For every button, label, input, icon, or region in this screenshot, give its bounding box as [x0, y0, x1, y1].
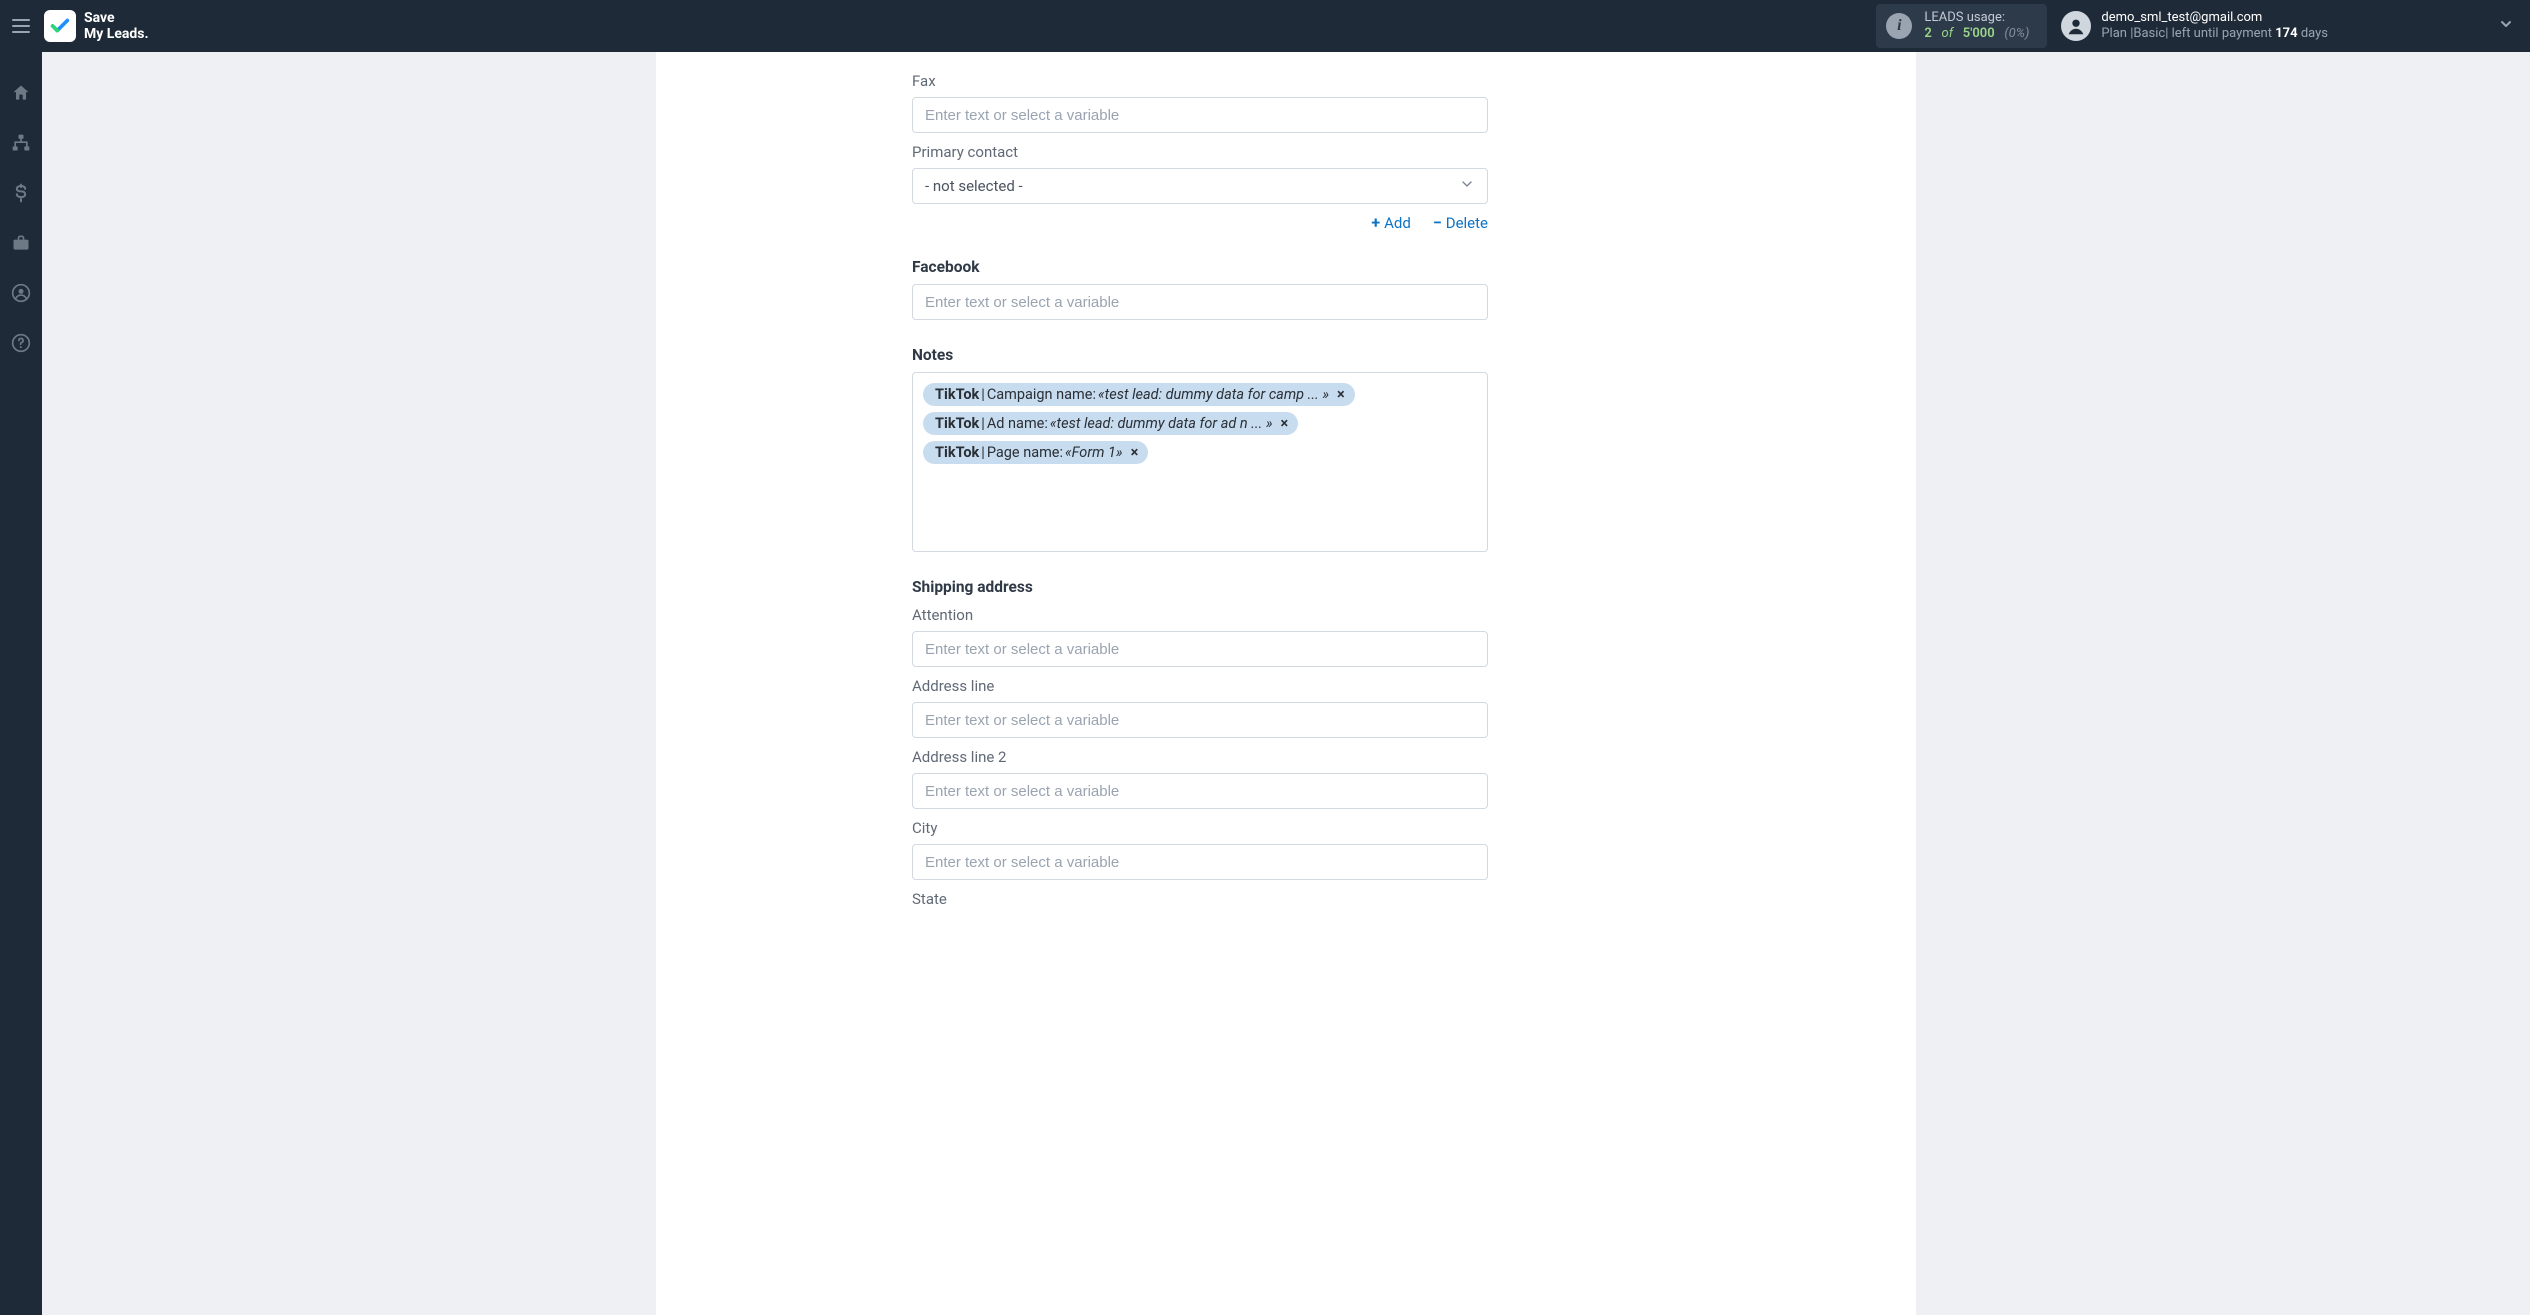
- primary-contact-select[interactable]: - not selected -: [912, 168, 1488, 204]
- chip-source: TikTok: [935, 386, 979, 403]
- leads-usage-values: 2 of 5'000 (0%): [1924, 26, 2029, 42]
- city-input[interactable]: [912, 844, 1488, 880]
- attention-input[interactable]: [912, 631, 1488, 667]
- plan-days: 174: [2275, 26, 2297, 41]
- leads-usage-title: LEADS usage:: [1924, 10, 2029, 26]
- account-plan: Plan |Basic| left until payment 174 days: [2101, 26, 2328, 42]
- nav-billing[interactable]: [0, 178, 42, 208]
- facebook-section-label: Facebook: [912, 258, 1488, 276]
- chevron-down-icon: [2498, 16, 2514, 36]
- plan-prefix: Plan |Basic| left until payment: [2101, 26, 2275, 41]
- chip-label: Ad name:: [987, 415, 1048, 432]
- brand-line1: Save: [84, 10, 149, 26]
- leads-total: 5'000: [1963, 26, 1995, 41]
- delete-label: Delete: [1446, 214, 1488, 232]
- chip-value: «test lead: dummy data for camp ... »: [1098, 386, 1329, 403]
- leads-of: of: [1942, 26, 1954, 41]
- variable-chip[interactable]: TikTok | Page name: «Form 1»×: [923, 441, 1148, 464]
- home-icon: [11, 83, 31, 103]
- city-label: City: [912, 819, 1488, 837]
- brand[interactable]: Save My Leads.: [44, 10, 149, 42]
- user-circle-icon: [11, 283, 31, 303]
- main-surface[interactable]: Fax Primary contact - not selected - + A…: [42, 52, 2530, 1315]
- delete-button[interactable]: − Delete: [1433, 214, 1488, 232]
- primary-contact-value: - not selected -: [925, 177, 1023, 195]
- chip-value: «Form 1»: [1065, 444, 1123, 461]
- state-label: State: [912, 890, 1488, 908]
- check-icon: [49, 15, 71, 37]
- add-button[interactable]: + Add: [1371, 214, 1410, 232]
- leads-usage-text: LEADS usage: 2 of 5'000 (0%): [1924, 10, 2029, 43]
- account-email: demo_sml_test@gmail.com: [2101, 10, 2328, 26]
- attention-label: Attention: [912, 606, 1488, 624]
- chip-remove-icon[interactable]: ×: [1131, 444, 1139, 461]
- address-line-label: Address line: [912, 677, 1488, 695]
- fax-label: Fax: [912, 72, 1488, 90]
- account-menu[interactable]: demo_sml_test@gmail.com Plan |Basic| lef…: [2061, 10, 2520, 43]
- primary-contact-actions: + Add − Delete: [912, 214, 1488, 232]
- notes-input[interactable]: TikTok | Campaign name: «test lead: dumm…: [912, 372, 1488, 552]
- dollar-icon: [11, 183, 31, 203]
- nav-partners[interactable]: [0, 228, 42, 258]
- chevron-down-icon: [1459, 176, 1475, 196]
- address-line-2-input[interactable]: [912, 773, 1488, 809]
- plan-days-suffix: days: [2298, 26, 2328, 41]
- topbar: Save My Leads. i LEADS usage: 2 of 5'000…: [0, 0, 2530, 52]
- variable-chip[interactable]: TikTok | Campaign name: «test lead: dumm…: [923, 383, 1355, 406]
- shipping-section-label: Shipping address: [912, 578, 1488, 596]
- brand-text: Save My Leads.: [84, 10, 149, 42]
- address-line-2-label: Address line 2: [912, 748, 1488, 766]
- briefcase-icon: [11, 233, 31, 253]
- facebook-input[interactable]: [912, 284, 1488, 320]
- chip-value: «test lead: dummy data for ad n ... »: [1050, 415, 1273, 432]
- form-area: Fax Primary contact - not selected - + A…: [912, 72, 1488, 908]
- primary-contact-label: Primary contact: [912, 143, 1488, 161]
- avatar: [2061, 11, 2091, 41]
- notes-section-label: Notes: [912, 346, 1488, 364]
- minus-icon: −: [1433, 215, 1442, 231]
- chip-source: TikTok: [935, 415, 979, 432]
- info-icon: i: [1886, 13, 1912, 39]
- nav-profile[interactable]: [0, 278, 42, 308]
- chip-label: Page name:: [987, 444, 1063, 461]
- nav-help[interactable]: [0, 328, 42, 358]
- brand-line2: My Leads.: [84, 26, 149, 42]
- nav-integrations[interactable]: [0, 128, 42, 158]
- chip-source: TikTok: [935, 444, 979, 461]
- add-label: Add: [1384, 214, 1411, 232]
- address-line-input[interactable]: [912, 702, 1488, 738]
- account-text: demo_sml_test@gmail.com Plan |Basic| lef…: [2101, 10, 2328, 43]
- chip-remove-icon[interactable]: ×: [1281, 415, 1289, 432]
- menu-toggle-button[interactable]: [0, 0, 42, 52]
- hamburger-icon: [12, 19, 30, 33]
- variable-chip[interactable]: TikTok | Ad name: «test lead: dummy data…: [923, 412, 1298, 435]
- chip-label: Campaign name:: [987, 386, 1096, 403]
- leads-usage-panel[interactable]: i LEADS usage: 2 of 5'000 (0%): [1876, 4, 2047, 49]
- sitemap-icon: [11, 133, 31, 153]
- form-card: Fax Primary contact - not selected - + A…: [656, 52, 1916, 1315]
- question-circle-icon: [11, 333, 31, 353]
- brand-logo: [44, 10, 76, 42]
- leads-used: 2: [1924, 26, 1931, 41]
- chip-remove-icon[interactable]: ×: [1337, 386, 1345, 403]
- nav-home[interactable]: [0, 78, 42, 108]
- leads-pct: (0%): [2004, 26, 2029, 41]
- user-icon: [2065, 15, 2087, 37]
- plus-icon: +: [1371, 215, 1380, 231]
- fax-input[interactable]: [912, 97, 1488, 133]
- sidebar: [0, 52, 42, 1315]
